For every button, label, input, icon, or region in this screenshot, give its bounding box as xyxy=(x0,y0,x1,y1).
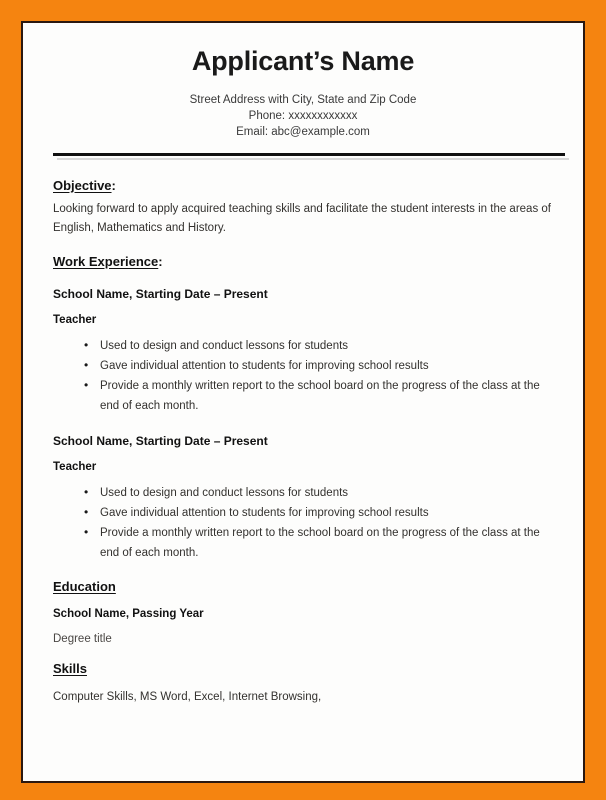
job-entry: School Name, Starting Date – Present Tea… xyxy=(53,287,562,416)
job-title: School Name, Starting Date – Present xyxy=(53,433,268,448)
contact-address: Street Address with City, State and Zip … xyxy=(189,93,417,106)
work-experience-heading-colon: : xyxy=(158,253,163,269)
job-role: Teacher xyxy=(53,460,97,473)
section-heading-skills: Skills xyxy=(53,661,562,676)
resume-page: Applicant’s Name Street Address with Cit… xyxy=(23,23,583,781)
orange-border-frame: Applicant’s Name Street Address with Cit… xyxy=(21,21,585,783)
section-heading-education: Education xyxy=(53,579,562,594)
header-divider xyxy=(53,152,569,162)
job-entry: School Name, Starting Date – Present Tea… xyxy=(53,434,562,563)
skills-text: Computer Skills, MS Word, Excel, Interne… xyxy=(53,690,322,703)
contact-email: Email: abc@example.com xyxy=(236,125,370,138)
section-heading-work-experience: Work Experience: xyxy=(53,254,562,269)
list-item: Gave individual attention to students fo… xyxy=(53,355,562,376)
list-item: Used to design and conduct lessons for s… xyxy=(53,335,562,356)
education-degree: Degree title xyxy=(53,632,112,645)
resume-header: Applicant’s Name Street Address with Cit… xyxy=(32,23,574,140)
objective-heading-colon: : xyxy=(111,177,116,193)
job-role: Teacher xyxy=(53,313,97,326)
section-heading-objective: Objective: xyxy=(53,178,562,193)
work-experience-heading-text: Work Experience xyxy=(53,253,159,269)
job-bullet-list: Used to design and conduct lessons for s… xyxy=(53,335,562,416)
education-heading-text: Education xyxy=(53,578,116,594)
job-title: School Name, Starting Date – Present xyxy=(53,286,268,301)
divider-line xyxy=(53,152,565,156)
contact-info: Street Address with City, State and Zip … xyxy=(32,92,574,140)
list-item: Used to design and conduct lessons for s… xyxy=(53,482,562,503)
job-bullet-list: Used to design and conduct lessons for s… xyxy=(53,482,562,563)
objective-text: Looking forward to apply acquired teachi… xyxy=(53,202,551,234)
page-title: Applicant’s Name xyxy=(191,46,415,76)
list-item: Gave individual attention to students fo… xyxy=(53,502,562,523)
list-item: Provide a monthly written report to the … xyxy=(53,375,562,416)
resume-body: Objective: Looking forward to apply acqu… xyxy=(32,178,574,703)
list-item: Provide a monthly written report to the … xyxy=(53,522,562,563)
education-school: School Name, Passing Year xyxy=(53,607,204,620)
contact-phone: Phone: xxxxxxxxxxxx xyxy=(248,109,358,122)
skills-heading-text: Skills xyxy=(53,660,87,676)
objective-heading-text: Objective xyxy=(53,177,112,193)
divider-shadow xyxy=(57,157,569,160)
